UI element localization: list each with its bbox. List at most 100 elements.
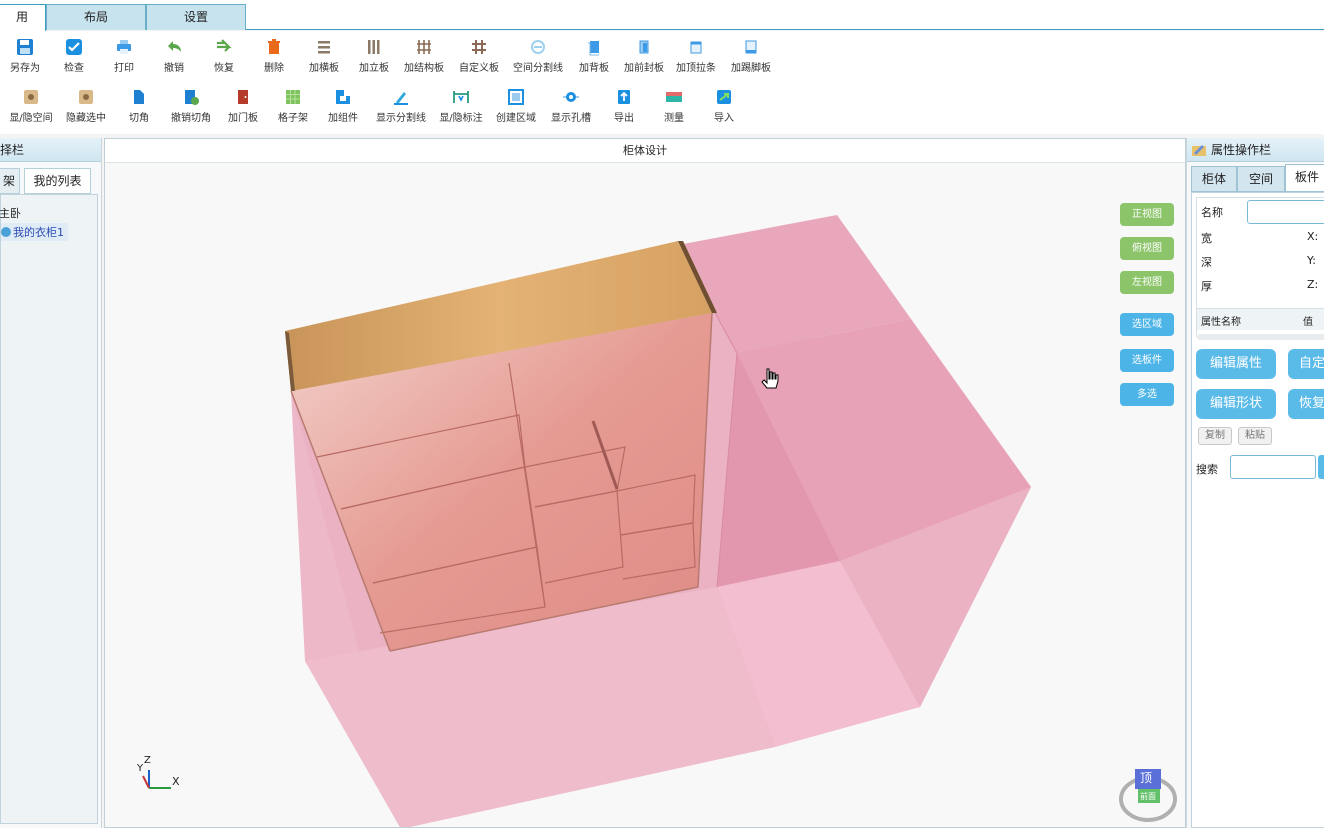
restore-button[interactable]: 恢复 <box>1288 389 1324 419</box>
width-label: 宽 <box>1201 232 1212 245</box>
show-holes-button[interactable]: 显示孔槽 <box>546 84 596 124</box>
property-scrollbar[interactable] <box>1197 334 1324 340</box>
property-panel-header: 属性操作栏 <box>1187 138 1324 162</box>
check-button[interactable]: 检查 <box>49 34 99 74</box>
space-divider-button[interactable]: 空间分割线 <box>513 34 563 74</box>
edit-shape-button[interactable]: 编辑形状 <box>1196 389 1276 419</box>
add-top-strip-button[interactable]: 加顶拉条 <box>671 34 721 74</box>
tab-settings[interactable]: 设置 <box>146 4 246 30</box>
tab-rack[interactable]: 架 <box>0 168 20 194</box>
check-icon <box>66 39 82 55</box>
tab-space[interactable]: 空间 <box>1237 166 1285 192</box>
board-properties: 名称 宽 X: 深 Y: 厚 Z: 属性名称 值 编辑属性 自定 编辑形状 恢复… <box>1191 192 1324 828</box>
chamfer-icon <box>134 90 144 104</box>
copy-button[interactable]: 复制 <box>1198 427 1232 445</box>
tree-item-wardrobe-label: 我的衣柜1 <box>13 226 64 239</box>
save-as-icon <box>17 39 33 55</box>
paste-button[interactable]: 粘贴 <box>1238 427 1272 445</box>
add-horizontal-board-button[interactable]: 加横板 <box>299 34 349 74</box>
search-button[interactable] <box>1318 455 1324 479</box>
toggle-space-button[interactable]: 显/隐空间 <box>6 84 56 124</box>
hide-selected-button[interactable]: 隐藏选中 <box>61 84 111 124</box>
left-view-button[interactable]: 左视图 <box>1120 271 1174 294</box>
add-component-button[interactable]: 加组件 <box>318 84 368 124</box>
structure-board-icon <box>417 40 431 54</box>
add-front-panel-button[interactable]: 加前封板 <box>619 34 669 74</box>
thickness-label: 厚 <box>1201 280 1212 293</box>
axis-y-label: Y <box>137 763 144 774</box>
main-tab-bar: 用 布局 设置 <box>0 0 1324 31</box>
add-kick-board-button[interactable]: 加踢脚板 <box>726 34 776 74</box>
add-structure-board-button[interactable]: 加结构板 <box>399 34 449 74</box>
delete-button[interactable]: 删除 <box>249 34 299 74</box>
view-cube-front-label: 前面 <box>1140 792 1156 801</box>
add-top-strip-label: 加顶拉条 <box>676 63 716 74</box>
hide-selected-label: 隐藏选中 <box>66 113 106 124</box>
show-holes-label: 显示孔槽 <box>551 113 591 124</box>
toolbar: 另存为 检查 打印 撤销 恢复 删除 加横板 加立板 加结构板 自定义板 空间分… <box>0 31 1324 134</box>
add-door-button[interactable]: 加门板 <box>218 84 268 124</box>
redo-button[interactable]: 恢复 <box>199 34 249 74</box>
custom-board-button[interactable]: 自定义板 <box>454 34 504 74</box>
scene-canvas[interactable] <box>105 163 1185 828</box>
tab-my-list[interactable]: 我的列表 <box>24 168 91 194</box>
add-back-board-button[interactable]: 加背板 <box>569 34 619 74</box>
export-button[interactable]: 导出 <box>599 84 649 124</box>
chamfer-label: 切角 <box>129 113 149 124</box>
create-region-button[interactable]: 创建区域 <box>491 84 541 124</box>
undo-chamfer-icon <box>185 90 199 105</box>
search-input[interactable] <box>1230 455 1316 479</box>
tab-general[interactable]: 用 <box>0 4 46 31</box>
add-front-panel-label: 加前封板 <box>624 63 664 74</box>
selection-panel: 择栏 架 我的列表 主卧 我的衣柜1 <box>0 138 102 828</box>
import-button[interactable]: 导入 <box>699 84 749 124</box>
axis-indicator <box>142 770 171 789</box>
add-vertical-board-button[interactable]: 加立板 <box>349 34 399 74</box>
tree-item-wardrobe[interactable]: 我的衣柜1 <box>1 223 68 241</box>
depth-label: 深 <box>1201 256 1212 269</box>
save-as-button[interactable]: 另存为 <box>0 34 50 74</box>
x-label: X: <box>1307 230 1319 243</box>
3d-scene[interactable]: X Y Z 顶 前面 正视图 俯视图 左视图 选区域 选板件 多选 <box>105 163 1185 828</box>
print-icon <box>117 40 131 54</box>
undo-button[interactable]: 撤销 <box>149 34 199 74</box>
tab-layout[interactable]: 布局 <box>46 4 146 30</box>
select-board-button[interactable]: 选板件 <box>1120 349 1174 372</box>
tab-board-label: 板件 <box>1294 170 1319 184</box>
show-divider-button[interactable]: 显示分割线 <box>376 84 426 124</box>
grid-rack-button[interactable]: 格子架 <box>268 84 318 124</box>
toggle-dimension-button[interactable]: 显/隐标注 <box>436 84 486 124</box>
horizontal-board-icon <box>318 41 330 54</box>
edit-properties-button[interactable]: 编辑属性 <box>1196 349 1276 379</box>
select-region-button[interactable]: 选区域 <box>1120 313 1174 336</box>
redo-label: 恢复 <box>214 63 234 74</box>
front-view-button[interactable]: 正视图 <box>1120 203 1174 226</box>
space-divider-label: 空间分割线 <box>513 63 563 74</box>
custom-button[interactable]: 自定 <box>1288 349 1324 379</box>
print-button[interactable]: 打印 <box>99 34 149 74</box>
property-panel: 属性操作栏 柜体 空间 板件 名称 宽 X: 深 Y: 厚 Z: 属性名称 值 … <box>1186 138 1324 828</box>
tab-rack-label: 架 <box>2 174 15 188</box>
tab-board[interactable]: 板件 <box>1285 164 1324 192</box>
undo-label: 撤销 <box>164 63 184 74</box>
chamfer-button[interactable]: 切角 <box>114 84 164 124</box>
tab-general-label: 用 <box>15 10 28 24</box>
name-input[interactable] <box>1247 200 1324 224</box>
top-view-button[interactable]: 俯视图 <box>1120 237 1174 260</box>
add-component-icon <box>336 90 350 104</box>
undo-chamfer-button[interactable]: 撤销切角 <box>166 84 216 124</box>
property-table-header: 属性名称 值 <box>1197 308 1324 330</box>
save-as-label: 另存为 <box>10 63 40 74</box>
measure-button[interactable]: 测量 <box>649 84 699 124</box>
property-tabs: 柜体 空间 板件 <box>1191 164 1324 192</box>
add-structure-board-label: 加结构板 <box>404 63 444 74</box>
import-label: 导入 <box>714 113 734 124</box>
toggle-dimension-label: 显/隐标注 <box>439 113 483 124</box>
axis-x-label: X <box>172 775 180 788</box>
multi-select-button[interactable]: 多选 <box>1120 383 1174 406</box>
tab-my-list-label: 我的列表 <box>33 174 82 188</box>
custom-board-icon <box>472 40 486 54</box>
tab-cabinet[interactable]: 柜体 <box>1191 166 1237 192</box>
add-back-board-label: 加背板 <box>579 63 609 74</box>
tree-root-bedroom[interactable]: 主卧 <box>0 205 21 221</box>
